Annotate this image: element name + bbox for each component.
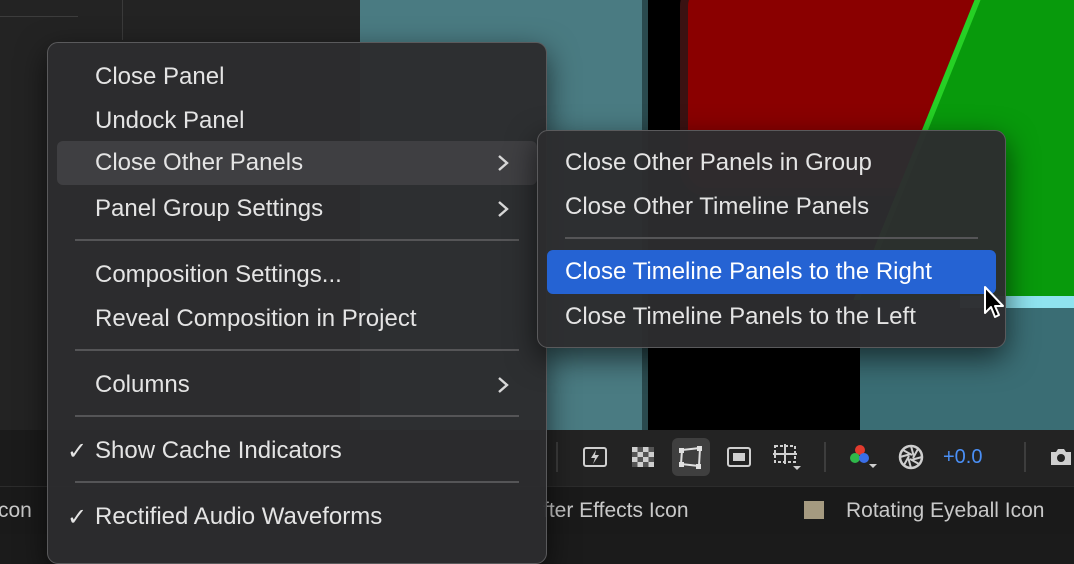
- menu-item-label: Panel Group Settings: [95, 195, 324, 222]
- chevron-right-icon: [498, 155, 509, 171]
- panel-divider: [0, 16, 78, 17]
- menu-item-panel-group-settings[interactable]: Panel Group Settings: [57, 187, 537, 231]
- menu-item-label: Undock Panel: [95, 107, 245, 134]
- menu-item-columns[interactable]: Columns: [57, 363, 537, 407]
- mouse-cursor-icon: [984, 286, 1004, 318]
- safe-zones-icon[interactable]: [720, 438, 758, 476]
- menu-item-label: Close Other Timeline Panels: [565, 193, 870, 220]
- menu-item-composition-settings[interactable]: Composition Settings...: [57, 253, 537, 297]
- toolbar-separator: [824, 442, 826, 472]
- menu-item-label: Composition Settings...: [95, 261, 342, 288]
- rgb-channels-icon[interactable]: [842, 438, 880, 476]
- menu-item-close-other-panels[interactable]: Close Other Panels: [57, 141, 537, 185]
- menu-item-label: Close Other Panels: [95, 149, 304, 176]
- menu-separator: [75, 239, 519, 241]
- timeline-tab-label[interactable]: fter Effects Icon: [543, 499, 689, 523]
- timeline-tab-label[interactable]: con: [0, 499, 32, 523]
- checkmark-icon: ✓: [67, 438, 88, 465]
- transparency-grid-icon[interactable]: [624, 438, 662, 476]
- column-divider: [122, 0, 123, 40]
- submenu-item-close-timeline-panels-right[interactable]: Close Timeline Panels to the Right: [547, 250, 996, 294]
- menu-separator: [75, 349, 519, 351]
- chevron-right-icon: [498, 377, 509, 393]
- label-color-swatch: [804, 501, 824, 519]
- mask-path-icon[interactable]: [672, 438, 710, 476]
- panel-context-menu: Close Panel Undock Panel Close Other Pan…: [47, 42, 547, 564]
- menu-separator: [75, 415, 519, 417]
- checkmark-icon: ✓: [67, 504, 88, 531]
- menu-item-show-cache-indicators[interactable]: ✓ Show Cache Indicators: [57, 429, 537, 473]
- grid-guides-icon[interactable]: [768, 438, 806, 476]
- menu-item-close-panel[interactable]: Close Panel: [57, 55, 537, 99]
- viewer-toolbar: +0.0: [540, 430, 1074, 486]
- submenu-item-close-other-timeline-panels[interactable]: Close Other Timeline Panels: [547, 185, 996, 229]
- menu-item-label: Rectified Audio Waveforms: [95, 503, 383, 530]
- menu-item-reveal-composition[interactable]: Reveal Composition in Project: [57, 297, 537, 341]
- menu-item-label: Close Timeline Panels to the Left: [565, 303, 916, 330]
- snapshot-icon[interactable]: [1042, 438, 1074, 476]
- timeline-tab-label[interactable]: Rotating Eyeball Icon: [846, 499, 1044, 523]
- menu-item-label: Close Panel: [95, 63, 225, 90]
- menu-item-label: Close Other Panels in Group: [565, 149, 872, 176]
- menu-item-label: Show Cache Indicators: [95, 437, 342, 464]
- reset-exposure-icon[interactable]: [892, 438, 930, 476]
- fast-previews-icon[interactable]: [576, 438, 614, 476]
- menu-item-rectified-audio-waveforms[interactable]: ✓ Rectified Audio Waveforms: [57, 495, 537, 539]
- menu-separator: [565, 237, 978, 239]
- submenu-item-close-others-in-group[interactable]: Close Other Panels in Group: [547, 141, 996, 185]
- menu-separator: [75, 481, 519, 483]
- close-other-panels-submenu: Close Other Panels in Group Close Other …: [537, 130, 1006, 348]
- menu-item-undock-panel[interactable]: Undock Panel: [57, 99, 537, 143]
- submenu-item-close-timeline-panels-left[interactable]: Close Timeline Panels to the Left: [547, 295, 996, 339]
- menu-item-label: Reveal Composition in Project: [95, 305, 417, 332]
- toolbar-separator: [556, 442, 558, 472]
- menu-item-label: Columns: [95, 371, 190, 398]
- toolbar-separator: [1024, 442, 1026, 472]
- chevron-right-icon: [498, 201, 509, 217]
- exposure-value[interactable]: +0.0: [943, 446, 982, 469]
- menu-item-label: Close Timeline Panels to the Right: [565, 258, 932, 285]
